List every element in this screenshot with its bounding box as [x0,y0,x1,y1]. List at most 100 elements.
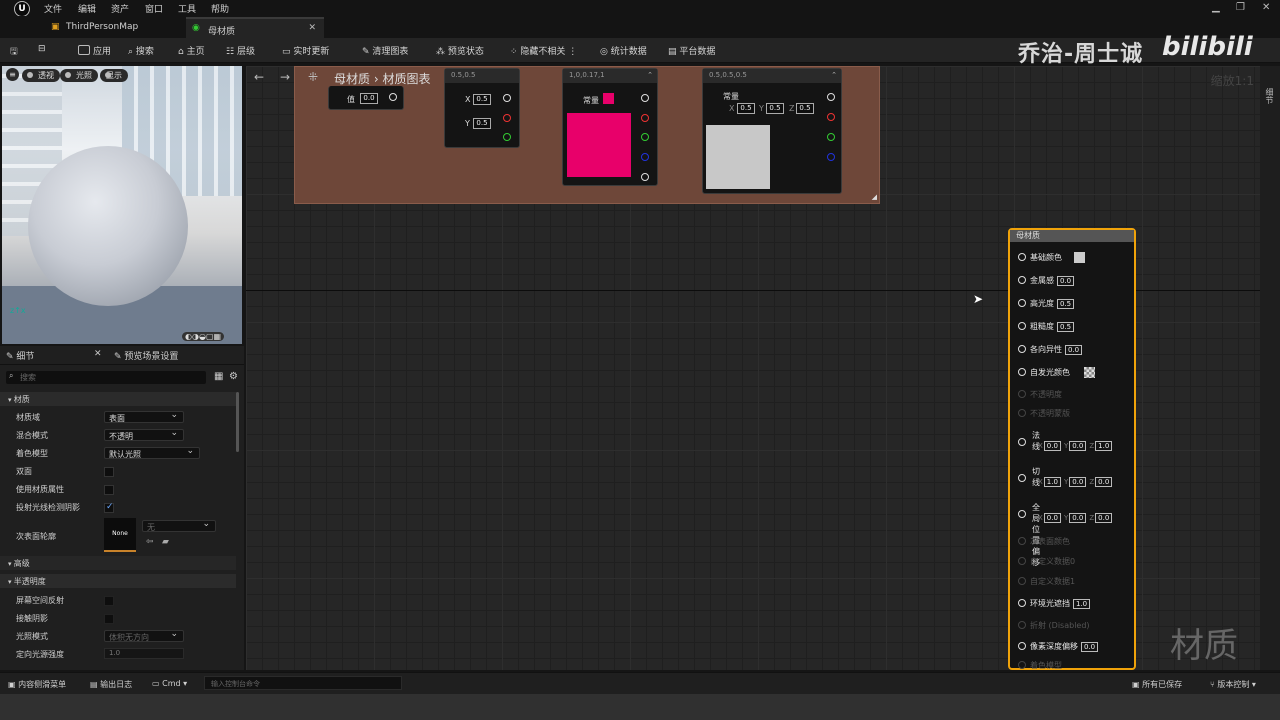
scalar-constant-node[interactable]: 值 0.0 [328,86,404,110]
menu-tools[interactable]: 工具 [178,2,196,15]
roughness-value[interactable]: 0.5 [1057,322,1075,332]
color-swatch-small[interactable] [603,93,614,104]
use-material-attributes-checkbox[interactable] [104,485,114,495]
hamburger-menu-icon[interactable]: ≡ [6,68,19,81]
pin-specular[interactable]: 高光度 0.5 [1018,298,1075,309]
output-pin[interactable] [389,93,397,101]
back-arrow-icon[interactable]: ⇦ [146,537,154,547]
source-control-button[interactable]: ⑂ 版本控制 ▾ [1210,679,1256,690]
material-domain-select[interactable]: 表面 [104,410,184,423]
collapse-icon[interactable]: ⌃ [647,71,653,79]
minimize-icon[interactable]: ▁ [1212,2,1220,13]
pin-anisotropy[interactable]: 各向异性 0.0 [1018,344,1083,355]
preview-shape-icons[interactable]: ◐◑◒▢▦ [182,332,225,341]
pin-pixel-depth-offset[interactable]: 像素深度偏移 0.0 [1018,641,1099,652]
two-sided-checkbox[interactable] [104,467,114,477]
normal-y[interactable]: 0.0 [1069,441,1087,451]
output-pin-g[interactable] [641,133,649,141]
pin-roughness[interactable]: 粗糙度 0.5 [1018,321,1075,332]
emissive-swatch[interactable] [1084,367,1095,378]
menu-window[interactable]: 窗口 [145,2,163,15]
pin-ambient-occlusion[interactable]: 环境光遮挡 1.0 [1018,598,1091,609]
vec2-x-value[interactable]: 0.5 [473,94,491,105]
unreal-logo-icon[interactable]: U [14,1,30,17]
browse-icon[interactable]: ⊟ [38,44,46,58]
output-pin-g[interactable] [827,133,835,141]
menu-file[interactable]: 文件 [44,2,62,15]
wpo-x[interactable]: 0.0 [1043,513,1061,523]
clean-graph-button[interactable]: ✎ 清理图表 [362,44,408,58]
input-pin[interactable] [1018,599,1026,607]
pin-tangent[interactable]: 切线 [1018,466,1040,487]
pin-metallic[interactable]: 金属感 0.0 [1018,275,1075,286]
preview-viewport[interactable]: ≡ 透视 光照 显示 z↑x ◐◑◒▢▦ [2,66,242,344]
output-pin[interactable] [503,94,511,102]
cmd-dropdown[interactable]: ▭ Cmd ▾ [152,679,187,688]
normal-z[interactable]: 1.0 [1095,441,1113,451]
output-pin-b[interactable] [641,153,649,161]
show-button[interactable]: 显示 [100,69,128,82]
breadcrumb-child[interactable]: 材质图表 [382,72,430,86]
perspective-button[interactable]: 透视 [22,69,60,82]
settings-gear-icon[interactable]: ⚙ [229,371,238,382]
tab-thirdpersonmap[interactable]: ▣ ThirdPersonMap [44,17,184,38]
contact-shadows-checkbox[interactable] [104,614,114,624]
hide-unrelated-button[interactable]: ⁘ 隐藏不相关 ⋮ [510,44,577,58]
input-pin[interactable] [1018,368,1026,376]
subsurface-profile-select[interactable]: 无 [142,519,216,532]
stats-button[interactable]: ◎ 统计数据 [600,44,647,58]
shading-model-select[interactable]: 默认光照 [104,446,200,459]
details-side-tab[interactable]: 细节 [1264,88,1275,104]
back-arrow-icon[interactable]: ← [254,70,264,84]
output-pin-b[interactable] [827,153,835,161]
specular-value[interactable]: 0.5 [1057,299,1075,309]
vector2-constant-node[interactable]: 0.5,0.5 X 0.5 Y 0.5 [444,68,520,148]
tangent-x[interactable]: 1.0 [1043,477,1061,487]
ssr-checkbox[interactable] [104,596,114,606]
normal-x[interactable]: 0.0 [1043,441,1061,451]
vec3-y-value[interactable]: 0.5 [766,103,784,114]
input-pin[interactable] [1018,345,1026,353]
menu-edit[interactable]: 编辑 [78,2,96,15]
output-pin-r[interactable] [641,114,649,122]
apply-button[interactable]: 应用 [78,44,111,58]
pin-base-color[interactable]: 基础颜色 [1018,252,1085,263]
ao-value[interactable]: 1.0 [1073,599,1091,609]
wpo-z[interactable]: 0.0 [1095,513,1113,523]
live-update-button[interactable]: ▭ 实时更新 [282,44,329,58]
vector3-constant-node[interactable]: 0.5,0.5,0.5 ⌃ 常量 X 0.5 Y 0.5 Z 0.5 [702,68,842,194]
input-pin[interactable] [1018,276,1026,284]
input-pin[interactable] [1018,642,1026,650]
input-pin[interactable] [1018,438,1026,446]
tangent-z[interactable]: 0.0 [1095,477,1113,487]
output-pin[interactable] [641,94,649,102]
directional-intensity-field[interactable]: 1.0 [104,648,184,659]
vec3-z-value[interactable]: 0.5 [796,103,814,114]
output-pin-a[interactable] [641,173,649,181]
console-input[interactable]: 输入控制台命令 [204,676,402,690]
output-pin-r[interactable] [827,113,835,121]
material-output-node[interactable]: 母材质 基础颜色 金属感 0.0 高光度 0.5 粗糙度 0.5 各向异性 0.0 自发… [1008,228,1136,670]
output-pin-g[interactable] [503,133,511,141]
preview-state-button[interactable]: ⁂ 预览状态 [436,44,484,58]
color-constant-node[interactable]: 1,0,0.17,1 ⌃ 常量 [562,68,658,186]
pin-emissive[interactable]: 自发光颜色 [1018,367,1095,378]
details-tab[interactable]: ✎ 细节 [6,349,34,362]
vec3-x-value[interactable]: 0.5 [737,103,755,114]
blend-mode-select[interactable]: 不透明 [104,428,184,441]
search-button[interactable]: ⌕ 搜索 [128,44,154,58]
restore-icon[interactable]: ❐ [1236,2,1245,13]
table-view-icon[interactable]: ▦ [214,371,223,382]
lit-button[interactable]: 光照 [60,69,98,82]
input-pin[interactable] [1018,322,1026,330]
close-window-icon[interactable]: ✕ [1262,2,1270,13]
vec2-y-value[interactable]: 0.5 [473,118,491,129]
menu-assets[interactable]: 资产 [111,2,129,15]
metallic-value[interactable]: 0.0 [1057,276,1075,286]
output-log-button[interactable]: ▤ 输出日志 [90,679,132,690]
home-button[interactable]: ⌂ 主页 [178,44,205,58]
saved-status[interactable]: ▣ 所有已保存 [1132,679,1182,690]
forward-arrow-icon[interactable]: → [280,70,290,84]
menu-help[interactable]: 帮助 [211,2,229,15]
pin-normal[interactable]: 法线 [1018,430,1040,451]
